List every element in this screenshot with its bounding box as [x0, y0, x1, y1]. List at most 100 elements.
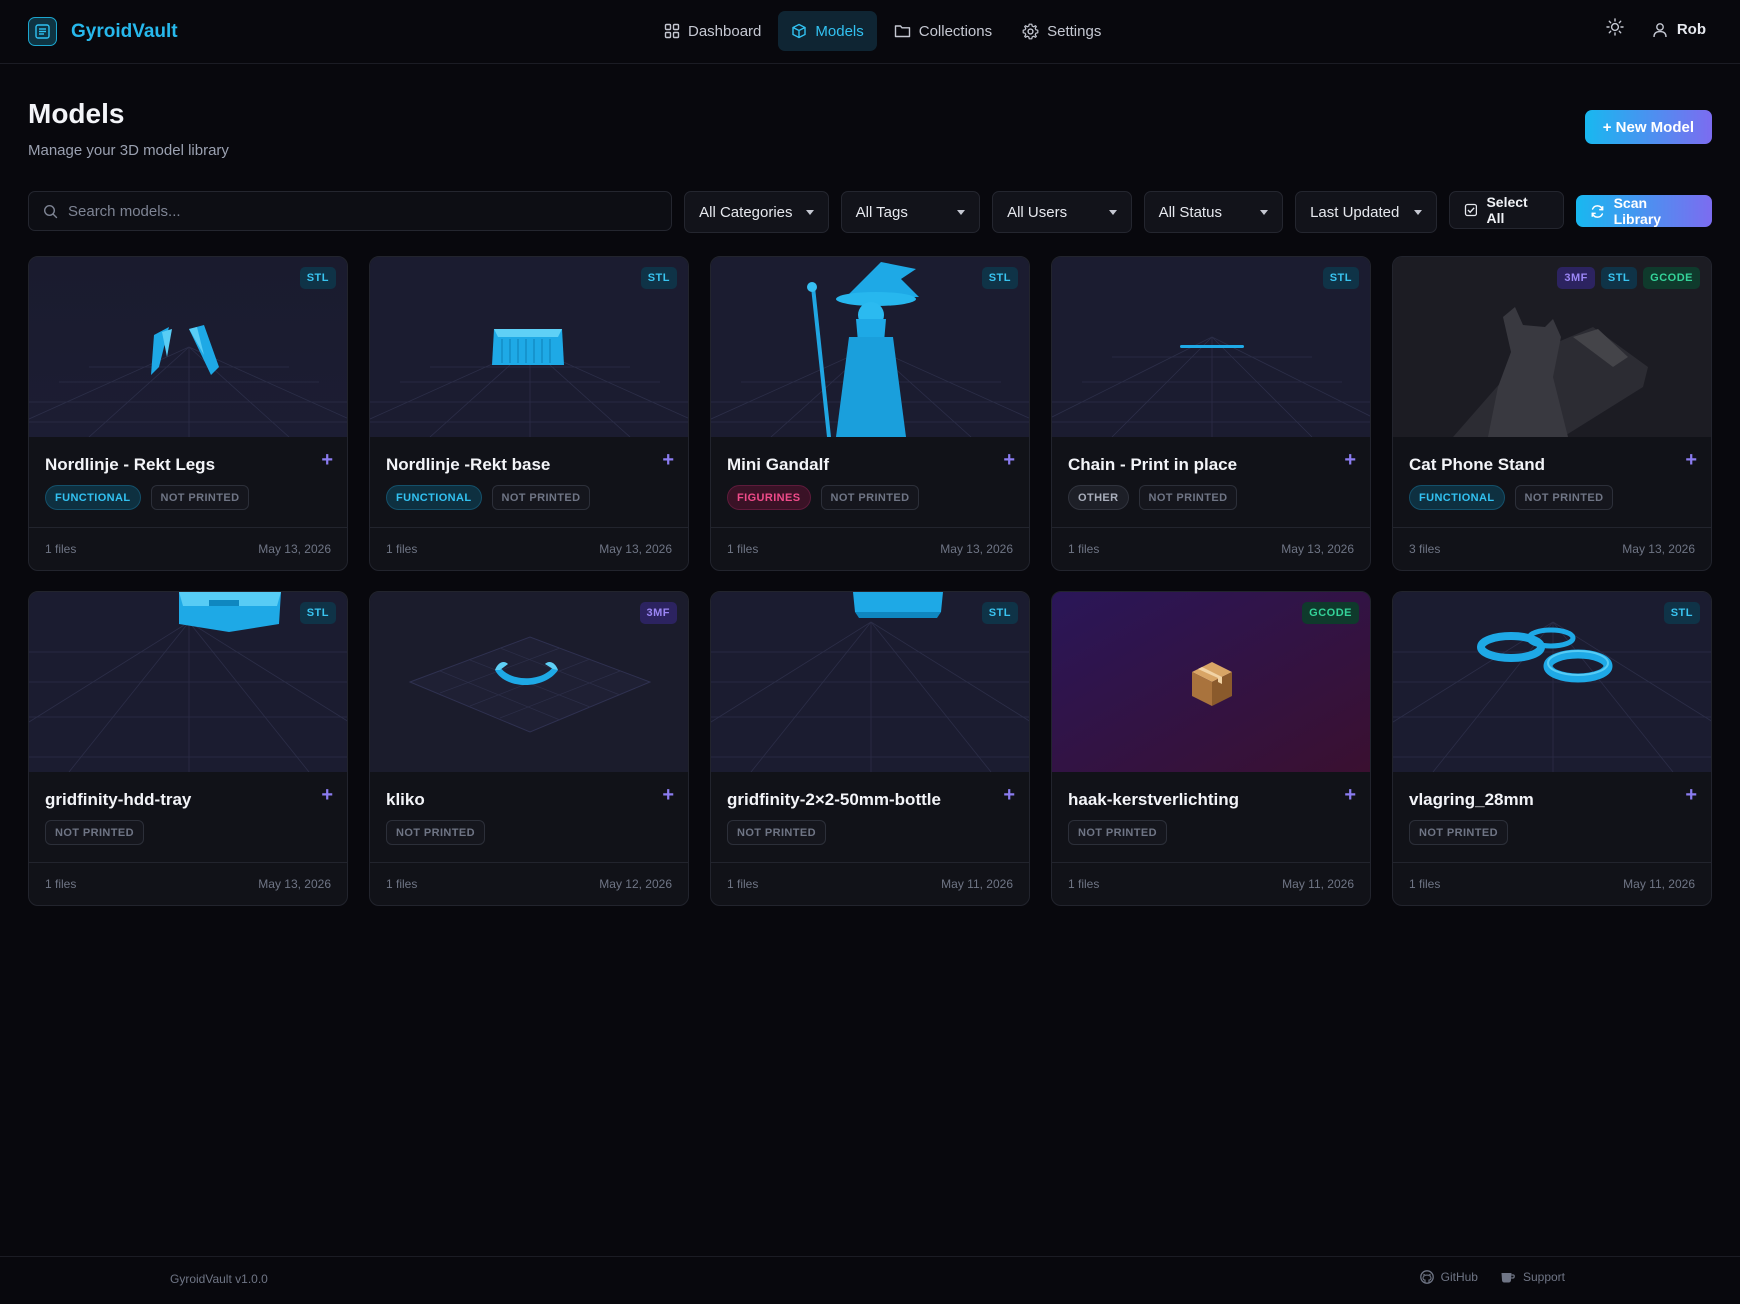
model-thumbnail: 3MF	[370, 592, 688, 772]
model-thumbnail: GCODE	[1052, 592, 1370, 772]
user-filter[interactable]: All Users	[992, 191, 1132, 233]
model-thumbnail: STL	[29, 592, 347, 772]
model-title[interactable]: vlagring_28mm	[1409, 790, 1534, 810]
status-filter[interactable]: All Status	[1143, 191, 1284, 233]
format-badges: GCODE	[1302, 602, 1359, 624]
nav-settings[interactable]: Settings	[1009, 11, 1114, 51]
status-tag: NOT PRINTED	[1138, 485, 1238, 510]
tag-filter[interactable]: All Tags	[840, 191, 981, 233]
model-title[interactable]: gridfinity-hdd-tray	[45, 790, 191, 810]
cube-icon	[792, 23, 807, 39]
model-card[interactable]: STL gridfinity-hdd-tray + NOT PRINTED 1 …	[28, 591, 348, 906]
select-all-button[interactable]: Select All	[1448, 191, 1564, 229]
model-tags: NOT PRINTED	[1068, 820, 1167, 845]
model-thumbnail: STL	[370, 257, 688, 437]
model-title[interactable]: Nordlinje - Rekt Legs	[45, 455, 215, 475]
model-thumbnail: STL	[1393, 592, 1711, 772]
file-count: 1 files	[1068, 877, 1100, 891]
coffee-icon	[1501, 1273, 1515, 1283]
model-tags: FIGURINES NOT PRINTED	[727, 485, 920, 510]
add-to-collection-icon[interactable]: +	[1003, 784, 1015, 807]
format-badges: STL	[299, 602, 336, 624]
tag-filter-value: All Tags	[855, 203, 908, 221]
nav-dashboard-label: Dashboard	[688, 22, 762, 40]
dashboard-grid-icon	[664, 23, 680, 39]
chevron-down-icon	[1413, 209, 1422, 215]
theme-toggle[interactable]	[1606, 18, 1624, 41]
model-thumbnail: STL	[711, 592, 1029, 772]
user-menu[interactable]: Rob	[1652, 21, 1706, 38]
category-tag: FUNCTIONAL	[386, 485, 482, 510]
new-model-button[interactable]: + New Model	[1584, 110, 1712, 144]
model-title[interactable]: Mini Gandalf	[727, 455, 829, 475]
add-to-collection-icon[interactable]: +	[321, 784, 333, 807]
card-divider	[1393, 527, 1711, 528]
model-card[interactable]: STL Nordlinje -Rekt base + FUNCTIONAL NO…	[369, 256, 689, 571]
model-title[interactable]: gridfinity-2×2-50mm-bottle	[727, 790, 941, 810]
sort-select[interactable]: Last Updated	[1295, 191, 1437, 233]
model-title[interactable]: Chain - Print in place	[1068, 455, 1237, 475]
format-badge: STL	[1663, 602, 1700, 624]
updated-date: May 13, 2026	[258, 877, 331, 891]
add-to-collection-icon[interactable]: +	[1685, 449, 1697, 472]
search-input[interactable]	[68, 202, 658, 220]
model-card[interactable]: STL vlagring_28mm + NOT PRINTED 1 files …	[1392, 591, 1712, 906]
nav-models-label: Models	[815, 22, 864, 40]
format-badge: STL	[981, 267, 1018, 289]
model-title[interactable]: Cat Phone Stand	[1409, 455, 1545, 475]
add-to-collection-icon[interactable]: +	[321, 449, 333, 472]
search-box	[28, 191, 673, 231]
card-divider	[711, 527, 1029, 528]
format-badges: STL	[1322, 267, 1359, 289]
filter-bar: All Categories All Tags All Users All St…	[28, 191, 1712, 233]
app-version: GyroidVault v1.0.0	[170, 1272, 268, 1286]
status-tag: NOT PRINTED	[45, 820, 144, 845]
model-title[interactable]: kliko	[386, 790, 425, 810]
support-link[interactable]: Support	[1500, 1270, 1565, 1284]
category-tag: FUNCTIONAL	[45, 485, 141, 510]
add-to-collection-icon[interactable]: +	[662, 784, 674, 807]
add-to-collection-icon[interactable]: +	[1344, 784, 1356, 807]
card-divider	[1052, 862, 1370, 863]
updated-date: May 11, 2026	[941, 877, 1013, 891]
scan-library-button[interactable]: Scan Library	[1575, 195, 1712, 227]
nav-dashboard[interactable]: Dashboard	[651, 11, 774, 51]
checkbox-icon	[1464, 203, 1477, 217]
updated-date: May 12, 2026	[599, 877, 672, 891]
format-badges: STL	[1663, 602, 1700, 624]
model-card[interactable]: STL Nordlinje - Rekt Legs + FUNCTIONAL N…	[28, 256, 348, 571]
add-to-collection-icon[interactable]: +	[662, 449, 674, 472]
select-all-label: Select All	[1486, 194, 1528, 226]
github-link[interactable]: GitHub	[1419, 1270, 1478, 1284]
model-card[interactable]: 3MF kliko + NOT PRINTED 1 files May 12, …	[369, 591, 689, 906]
model-title[interactable]: Nordlinje -Rekt base	[386, 455, 550, 475]
nav-models[interactable]: Models	[778, 11, 877, 51]
status-tag: NOT PRINTED	[386, 820, 485, 845]
chevron-down-icon	[1260, 209, 1269, 215]
format-badge: STL	[1600, 267, 1638, 289]
nav-collections[interactable]: Collections	[881, 11, 1005, 51]
model-card[interactable]: STL Chain - Print in place + OTHER NOT P…	[1051, 256, 1371, 571]
model-card[interactable]: GCODE haak-kerstverlichting + NOT PRINTE…	[1051, 591, 1371, 906]
file-count: 1 files	[1409, 877, 1441, 891]
format-badges: STL	[299, 267, 336, 289]
format-badge: STL	[981, 602, 1018, 624]
updated-date: May 13, 2026	[940, 542, 1013, 556]
card-divider	[29, 527, 347, 528]
model-card[interactable]: STL gridfinity-2×2-50mm-bottle + NOT PRI…	[710, 591, 1030, 906]
add-to-collection-icon[interactable]: +	[1344, 449, 1356, 472]
model-card[interactable]: STL Mini Gandalf + FIGURINES NOT PRINTED…	[710, 256, 1030, 571]
model-card[interactable]: 3MF STL GCODE Cat Phone Stand + FUNCTION…	[1392, 256, 1712, 571]
category-tag: FUNCTIONAL	[1409, 485, 1505, 510]
card-divider	[1393, 862, 1711, 863]
category-filter-value: All Categories	[699, 203, 793, 221]
model-title[interactable]: haak-kerstverlichting	[1068, 790, 1239, 810]
add-to-collection-icon[interactable]: +	[1685, 784, 1697, 807]
model-thumbnail: STL	[1052, 257, 1370, 437]
updated-date: May 13, 2026	[258, 542, 331, 556]
category-filter[interactable]: All Categories	[684, 191, 829, 233]
add-to-collection-icon[interactable]: +	[1003, 449, 1015, 472]
format-badges: 3MF STL GCODE	[1557, 267, 1700, 289]
user-filter-value: All Users	[1007, 203, 1068, 221]
brand[interactable]: GyroidVault	[28, 17, 178, 46]
